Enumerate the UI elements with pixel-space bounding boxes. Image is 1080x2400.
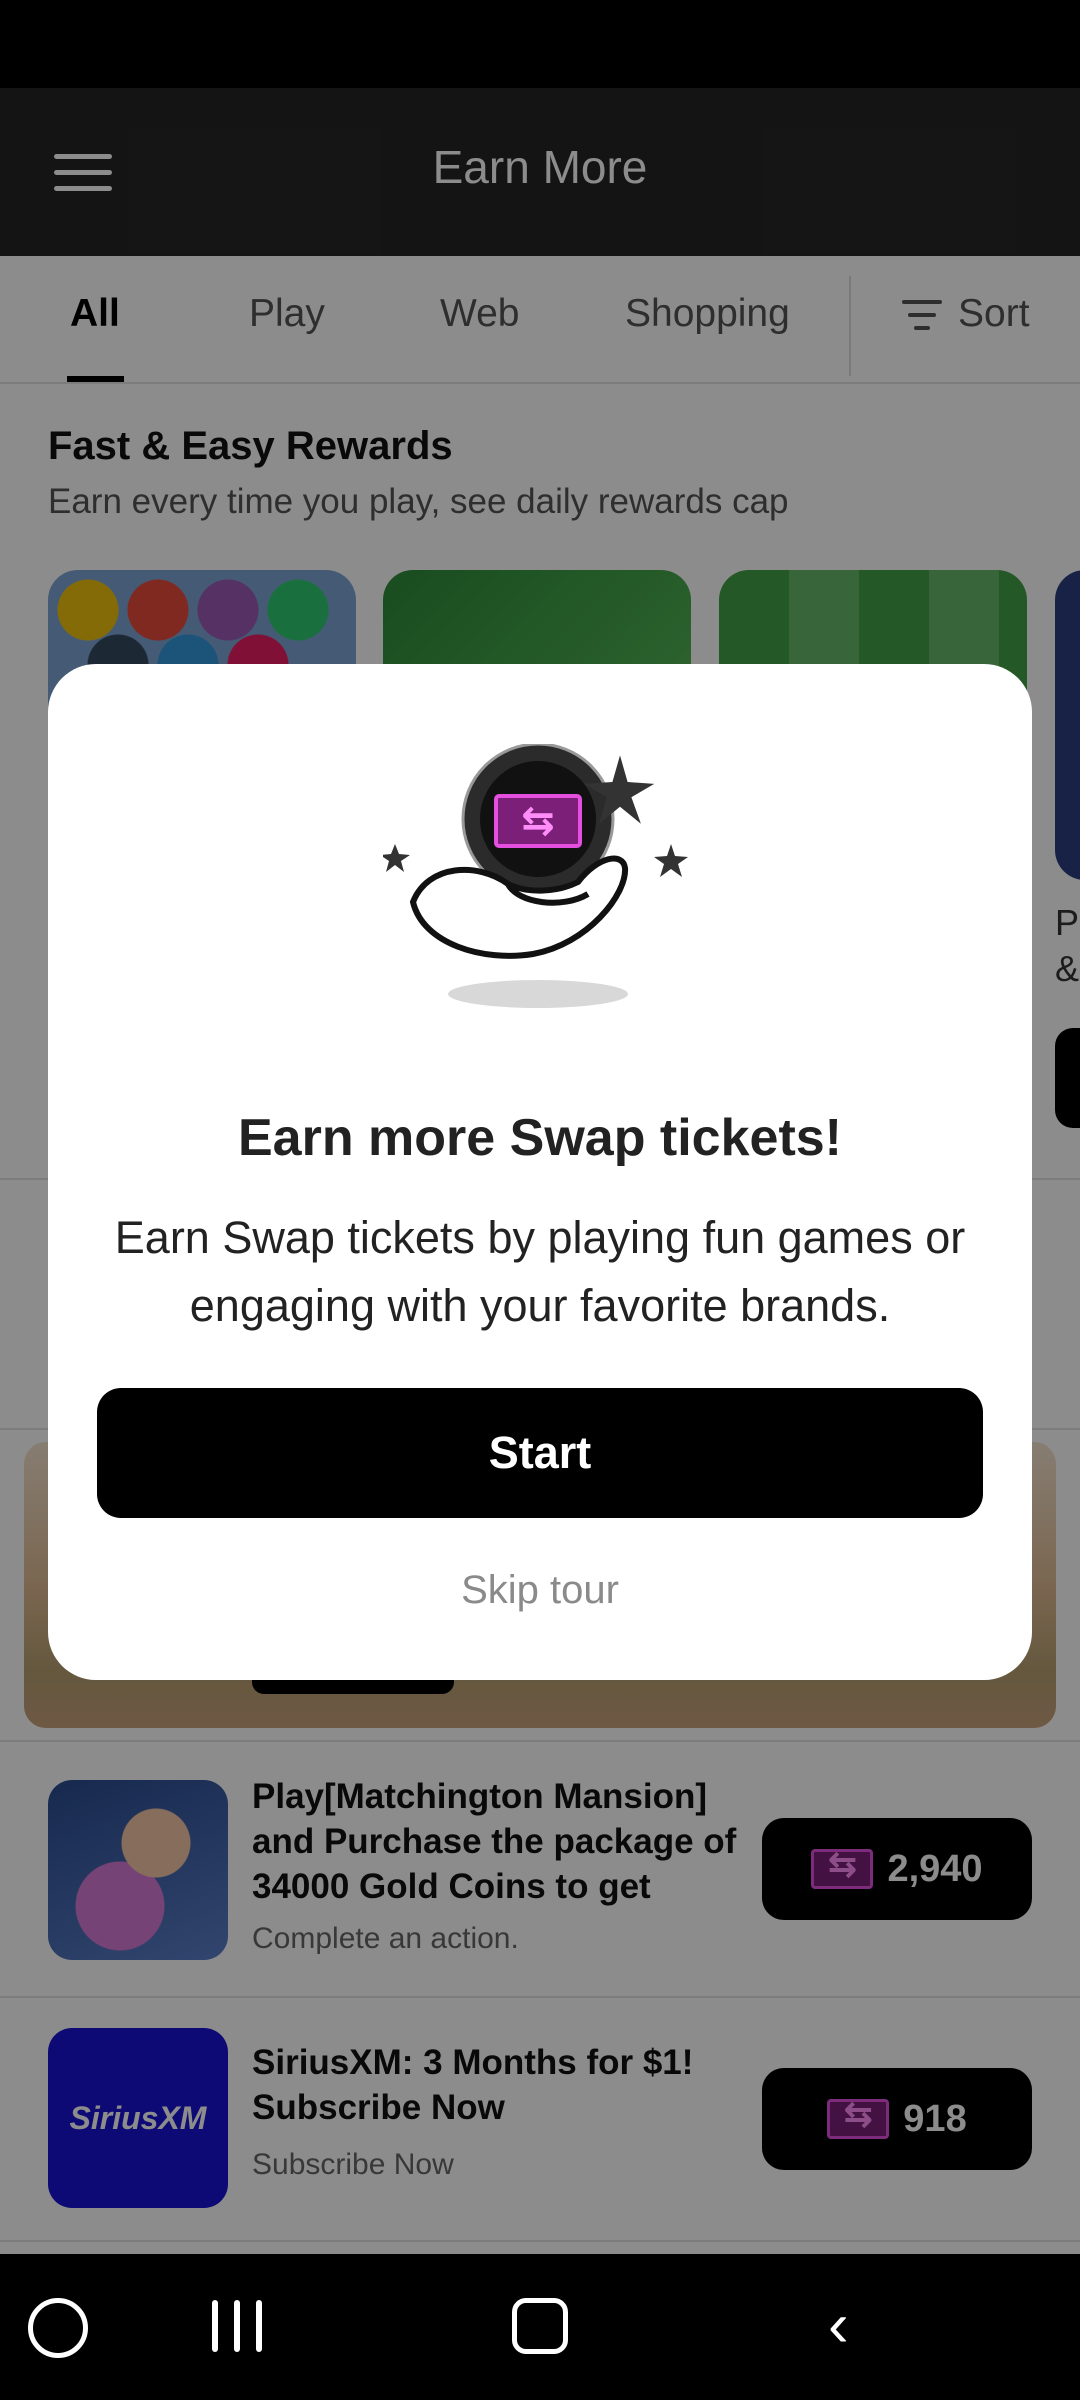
svg-text:⇆: ⇆ [521, 798, 555, 844]
system-nav-bar: ‹ [0, 2254, 1080, 2400]
onboarding-modal: ⇆ Earn more Swap tickets! Earn Swap tick… [48, 664, 1032, 1680]
modal-body: Earn Swap tickets by playing fun games o… [114, 1212, 966, 1331]
skip-tour-link[interactable]: Skip tour [48, 1568, 1032, 1613]
game-launcher-icon[interactable] [28, 2298, 88, 2358]
home-icon[interactable] [512, 2298, 568, 2354]
status-bar [0, 0, 1080, 88]
recent-apps-icon[interactable] [212, 2300, 266, 2352]
back-icon[interactable]: ‹ [828, 2295, 849, 2357]
modal-title: Earn more Swap tickets! [238, 1109, 842, 1167]
hand-holding-ticket-icon: ⇆ [383, 744, 688, 1008]
start-button[interactable]: Start [97, 1388, 983, 1518]
